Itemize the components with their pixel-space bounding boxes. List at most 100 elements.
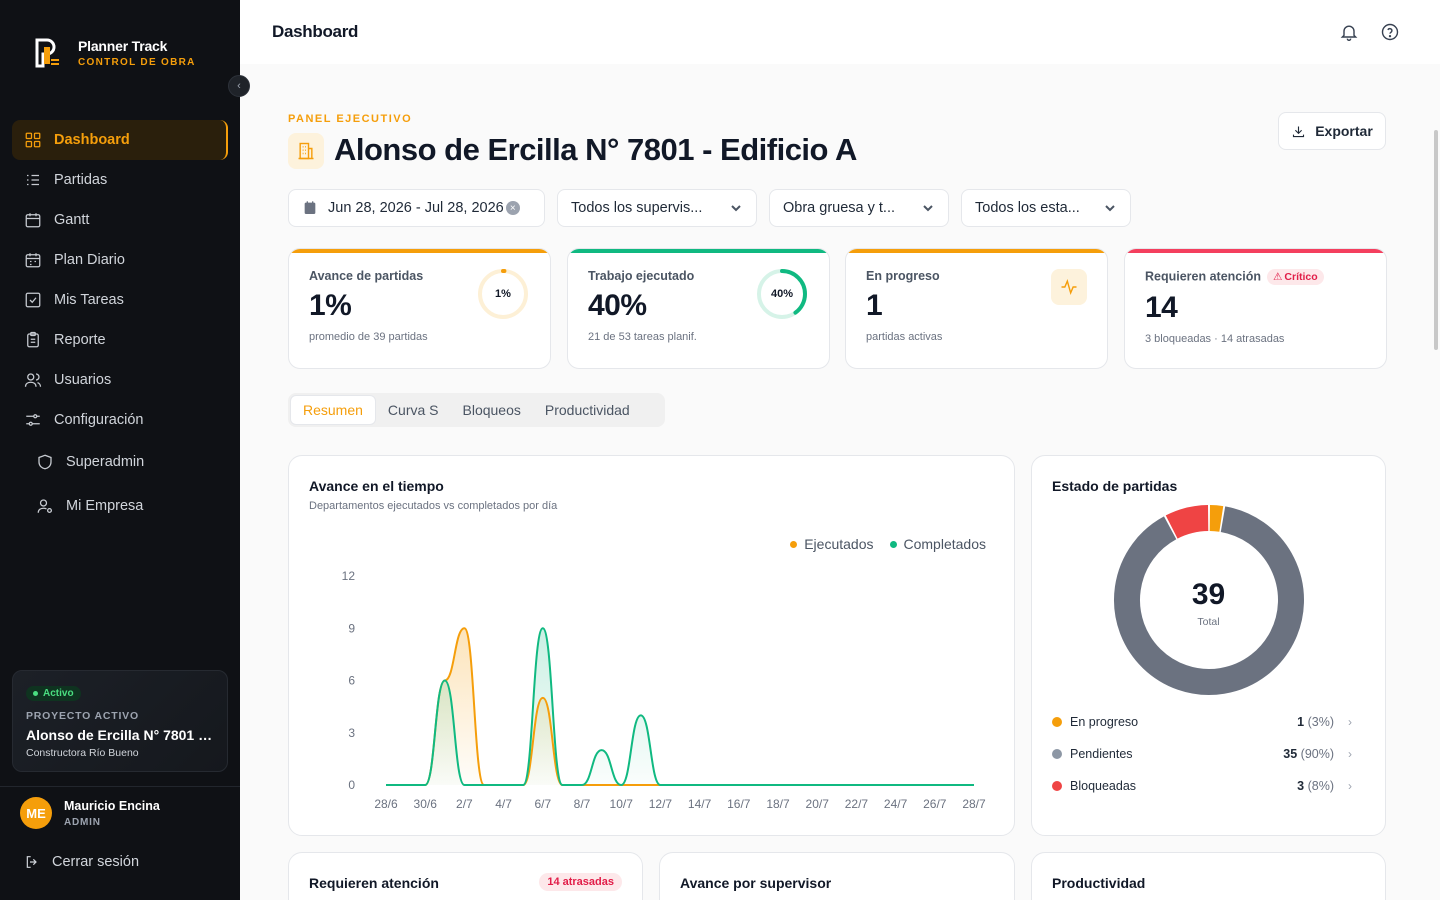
- status-row-pendientes[interactable]: Pendientes 35 (90%) ›: [1052, 744, 1352, 764]
- chevron-down-icon: [730, 202, 742, 214]
- logout-label: Cerrar sesión: [52, 854, 140, 870]
- donut-slice-en-progreso[interactable]: [1209, 505, 1224, 532]
- kpi-card-atencion[interactable]: Requieren atención ⚠ Crítico 14 3 bloquead…: [1124, 248, 1387, 369]
- shield-icon: [38, 454, 52, 470]
- date-range-value: Jun 28, 2026 - Jul 28, 2026: [328, 200, 504, 216]
- kpi-label: Requieren atención ⚠ Crítico: [1145, 269, 1366, 285]
- card-title: Requieren atención: [309, 875, 439, 891]
- active-badge: Activo: [26, 686, 81, 701]
- chevron-down-icon: [922, 202, 934, 214]
- sidebar-item-label: Partidas: [54, 172, 108, 188]
- sidebar-item-mis-tareas[interactable]: Mis Tareas: [12, 280, 228, 320]
- clear-date-icon[interactable]: ×: [505, 201, 520, 215]
- category-value: Obra gruesa y t...: [783, 200, 896, 216]
- divider: [0, 786, 240, 787]
- progress-ring: 40%: [755, 267, 809, 321]
- progress-chart-card: Avance en el tiempo Departamentos ejecut…: [288, 455, 1015, 836]
- tab-productividad[interactable]: Productividad: [533, 395, 642, 425]
- activity-icon: [1051, 269, 1087, 305]
- donut-slice-bloqueadas[interactable]: [1165, 505, 1209, 539]
- user-name: Mauricio Encina: [64, 798, 160, 813]
- category-select[interactable]: Obra gruesa y t...: [769, 189, 949, 227]
- sidebar-item-label: Usuarios: [54, 372, 112, 388]
- brand[interactable]: Planner Track CONTROL DE OBRA: [34, 38, 196, 68]
- supervisor-select[interactable]: Todos los supervis...: [557, 189, 757, 227]
- chevron-down-icon: [1104, 202, 1116, 214]
- users-icon: [24, 373, 42, 387]
- project-card-company: Constructora Río Bueno: [26, 747, 139, 759]
- calendar-icon: [304, 201, 316, 214]
- x-tick-label: 28/7: [962, 797, 986, 811]
- x-tick-label: 18/7: [766, 797, 790, 811]
- x-tick-label: 30/6: [414, 797, 438, 811]
- sidebar-item-dashboard[interactable]: Dashboard: [12, 120, 228, 160]
- x-tick-label: 26/7: [923, 797, 947, 811]
- project-card-label: PROYECTO ACTIVO: [26, 710, 139, 722]
- date-range-filter[interactable]: Jun 28, 2026 - Jul 28, 2026 ×: [288, 189, 545, 227]
- sliders-icon: [26, 414, 40, 426]
- avatar: ME: [20, 797, 52, 829]
- sidebar-item-configuracion[interactable]: Configuración: [12, 400, 228, 440]
- sidebar-item-partidas[interactable]: Partidas: [12, 160, 228, 200]
- status-row-en-progreso[interactable]: En progreso 1 (3%) ›: [1052, 712, 1352, 732]
- supervisor-card: Avance por supervisor: [659, 852, 1015, 900]
- x-tick-label: 12/7: [649, 797, 673, 811]
- sidebar-item-label: Mi Empresa: [66, 498, 144, 514]
- kpi-sub: 3 bloqueadas · 14 atrasadas: [1145, 333, 1285, 345]
- page-title: Dashboard: [272, 22, 359, 41]
- collapse-sidebar-button[interactable]: ‹: [228, 75, 250, 97]
- sidebar-item-superadmin[interactable]: Superadmin: [12, 440, 228, 484]
- donut-total: 39: [1191, 578, 1226, 611]
- kpi-card-trabajo[interactable]: Trabajo ejecutado 40% 21 de 53 tareas pl…: [567, 248, 830, 369]
- active-project-card[interactable]: Activo PROYECTO ACTIVO Alonso de Ercilla…: [12, 670, 228, 772]
- line-chart: 0 3 6 9 12 28/6 30/6 2/7 4/7 6/7 8/7 10/7 12/7 14/7 16…: [342, 569, 986, 811]
- export-label: Exportar: [1315, 123, 1373, 139]
- project-card-name: Alonso de Ercilla N° 7801 - Edificio A: [26, 727, 214, 743]
- panel-kicker: PANEL EJECUTIVO: [288, 113, 413, 125]
- y-tick-label: 6: [348, 674, 355, 688]
- brand-tagline: CONTROL DE OBRA: [78, 57, 196, 68]
- scrollbar[interactable]: [1432, 64, 1440, 900]
- export-button[interactable]: Exportar: [1278, 112, 1386, 150]
- y-tick-label: 12: [342, 569, 356, 583]
- late-badge: 14 atrasadas: [539, 873, 622, 891]
- x-tick-label: 10/7: [610, 797, 634, 811]
- bell-icon[interactable]: [1339, 22, 1359, 42]
- x-tick-label: 16/7: [727, 797, 751, 811]
- logout-button[interactable]: Cerrar sesión: [24, 854, 139, 870]
- grid-icon: [25, 132, 41, 148]
- kpi-card-en-progreso[interactable]: En progreso 1 partidas activas: [845, 248, 1108, 369]
- topbar: Dashboard: [240, 0, 1440, 64]
- tab-bloqueos[interactable]: Bloqueos: [451, 395, 533, 425]
- y-tick-label: 0: [348, 778, 355, 792]
- sidebar-item-usuarios[interactable]: Usuarios: [12, 360, 228, 400]
- tab-resumen[interactable]: Resumen: [290, 395, 376, 425]
- user-cog-icon: [37, 499, 53, 514]
- sidebar-item-label: Gantt: [54, 212, 90, 228]
- sidebar-item-label: Superadmin: [66, 454, 145, 470]
- status-select[interactable]: Todos los esta...: [961, 189, 1131, 227]
- sidebar-item-plan-diario[interactable]: Plan Diario: [12, 240, 228, 280]
- view-tabs: Resumen Curva S Bloqueos Productividad: [288, 393, 665, 427]
- status-card: Estado de partidas 39 Total En progreso …: [1031, 455, 1386, 836]
- kpi-card-avance[interactable]: Avance de partidas 1% promedio de 39 par…: [288, 248, 551, 369]
- help-icon[interactable]: [1380, 22, 1400, 42]
- sidebar-item-gantt[interactable]: Gantt: [12, 200, 228, 240]
- status-row-bloqueadas[interactable]: Bloqueadas 3 (8%) ›: [1052, 776, 1352, 796]
- x-tick-label: 4/7: [495, 797, 512, 811]
- chevron-right-icon: ›: [1348, 715, 1352, 729]
- sidebar-item-mi-empresa[interactable]: Mi Empresa: [12, 484, 228, 528]
- chevron-right-icon: ›: [1348, 779, 1352, 793]
- user-profile[interactable]: ME Mauricio Encina ADMIN: [20, 797, 160, 829]
- sidebar-item-reporte[interactable]: Reporte: [12, 320, 228, 360]
- card-title: Avance por supervisor: [680, 875, 832, 891]
- sidebar-item-label: Configuración: [54, 412, 144, 428]
- user-role: ADMIN: [64, 816, 101, 828]
- sidebar: Planner Track CONTROL DE OBRA ‹ Dashboar…: [0, 0, 250, 900]
- x-tick-label: 20/7: [806, 797, 830, 811]
- x-tick-label: 2/7: [456, 797, 473, 811]
- supervisor-value: Todos los supervis...: [571, 200, 703, 216]
- x-tick-label: 14/7: [688, 797, 712, 811]
- tab-curva-s[interactable]: Curva S: [376, 395, 451, 425]
- donut-total-label: Total: [1197, 616, 1220, 628]
